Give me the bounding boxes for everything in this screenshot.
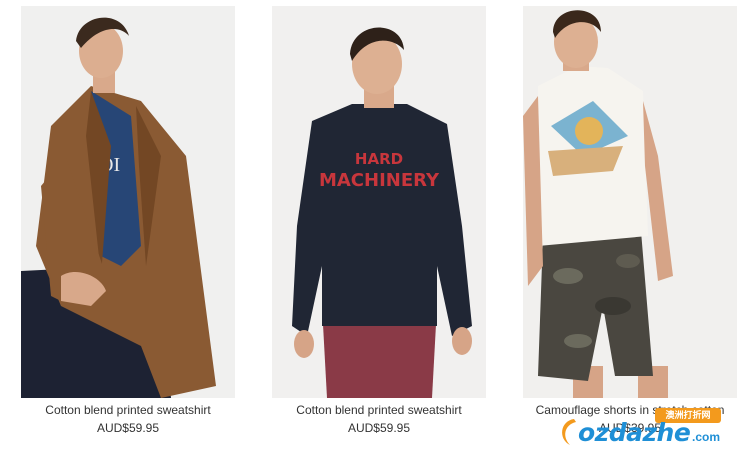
sweatshirt-print-top: HARD	[355, 150, 403, 168]
sweatshirt-print-bottom: MACHINERY	[319, 170, 440, 191]
product-image[interactable]	[523, 6, 737, 398]
watermark-domain: .com	[692, 430, 721, 444]
product-price: AUD$59.95	[96, 421, 160, 435]
watermark-brand: ozdazhe	[578, 418, 691, 447]
watermark-logo: 澳洲打折网 ozdazhe .com	[556, 407, 741, 453]
product-name[interactable]: Cotton blend printed sweatshirt	[1, 403, 255, 417]
product-image[interactable]: HARD MACHINERY	[272, 6, 486, 398]
product-price: AUD$59.95	[347, 421, 411, 435]
product-image[interactable]: OI	[21, 6, 235, 398]
product-name[interactable]: Cotton blend printed sweatshirt	[252, 403, 506, 417]
